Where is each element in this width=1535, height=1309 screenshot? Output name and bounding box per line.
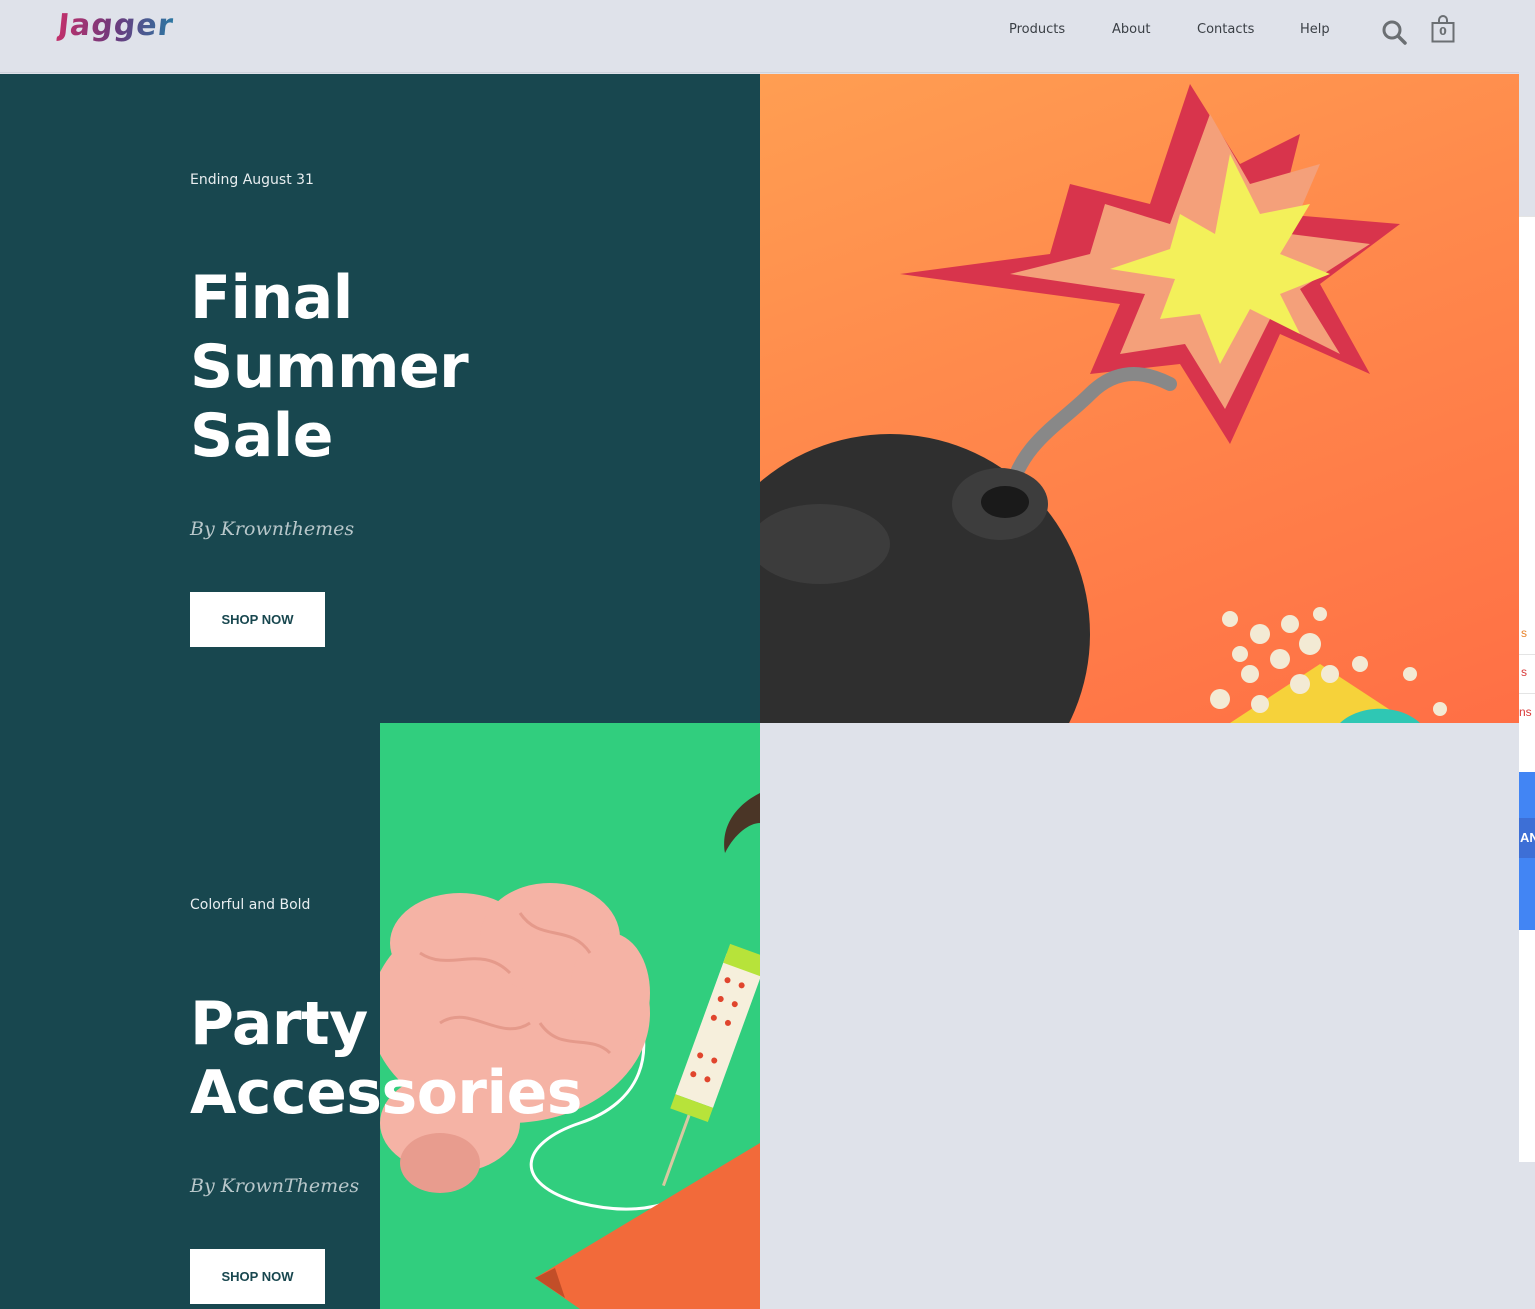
hero1-title-line: Summer bbox=[190, 332, 469, 402]
side-panel-fragment[interactable]: ns bbox=[1519, 705, 1532, 719]
hero1-title-line: Final bbox=[190, 263, 353, 333]
search-icon[interactable] bbox=[1381, 19, 1407, 45]
hero-final-summer-sale: Ending August 31 Final Summer Sale By Kr… bbox=[0, 74, 760, 723]
cart-count: 0 bbox=[1439, 25, 1447, 38]
nav-contacts[interactable]: Contacts bbox=[1197, 22, 1254, 37]
divider bbox=[1519, 693, 1535, 694]
hero1-image bbox=[760, 74, 1519, 723]
logo[interactable]: Jagger bbox=[56, 8, 175, 43]
hero1-byline: By Krownthemes bbox=[190, 518, 355, 540]
side-panel-partial: s s ns AN bbox=[1519, 216, 1535, 1162]
hero1-title-line: Sale bbox=[190, 401, 333, 471]
fuse bbox=[1003, 367, 1177, 501]
hero2-eyebrow: Colorful and Bold bbox=[190, 897, 311, 913]
side-panel-fragment[interactable]: s bbox=[1521, 626, 1527, 640]
empty-panel bbox=[760, 723, 1519, 1309]
party-horn bbox=[535, 1143, 760, 1309]
hero1-shop-now-button[interactable]: SHOP NOW bbox=[190, 592, 325, 647]
site-header: Jagger Products About Contacts Help 0 bbox=[0, 0, 1519, 73]
nav-about[interactable]: About bbox=[1112, 22, 1150, 37]
side-panel-button[interactable]: AN bbox=[1519, 772, 1535, 930]
hero2-byline: By KrownThemes bbox=[190, 1175, 360, 1197]
hero1-title: Final Summer Sale bbox=[190, 263, 469, 471]
hair-tuft bbox=[724, 793, 760, 853]
side-panel-button-label: AN bbox=[1519, 818, 1535, 858]
nav-help[interactable]: Help bbox=[1300, 22, 1330, 37]
divider bbox=[1519, 654, 1535, 655]
hero2-title: Party Accessories bbox=[190, 990, 582, 1128]
bomb-illustration bbox=[760, 84, 1447, 723]
hero2-title-line: Party bbox=[190, 989, 368, 1059]
shopping-bag-icon[interactable]: 0 bbox=[1431, 15, 1455, 43]
hero1-eyebrow: Ending August 31 bbox=[190, 172, 314, 188]
nav-products[interactable]: Products bbox=[1009, 22, 1065, 37]
hero2-title-line: Accessories bbox=[190, 1058, 582, 1128]
side-panel-fragment[interactable]: s bbox=[1521, 665, 1527, 679]
hero2-shop-now-button[interactable]: SHOP NOW bbox=[190, 1249, 325, 1304]
